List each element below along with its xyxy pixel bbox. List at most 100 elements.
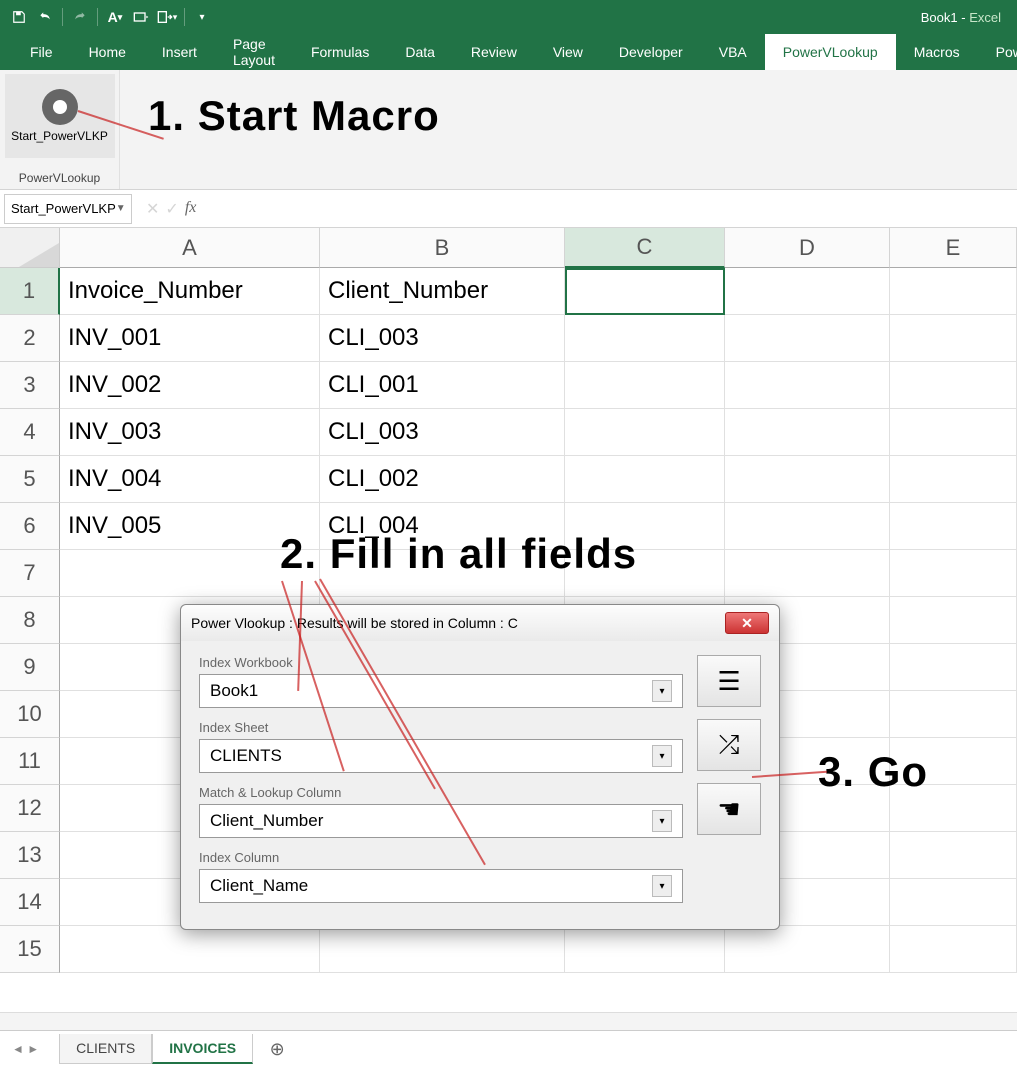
cell-D6[interactable] (725, 503, 890, 550)
ribbon-tab-file[interactable]: File (12, 34, 71, 70)
dialog-go-button[interactable]: ⤮ (697, 719, 761, 771)
cell-E9[interactable] (890, 644, 1017, 691)
row-header[interactable]: 13 (0, 832, 60, 879)
cell-E3[interactable] (890, 362, 1017, 409)
cell-D5[interactable] (725, 456, 890, 503)
cell-B1[interactable]: Client_Number (320, 268, 565, 315)
cell-D3[interactable] (725, 362, 890, 409)
dialog-menu-button[interactable]: ☰ (697, 655, 761, 707)
cell-A3[interactable]: INV_002 (60, 362, 320, 409)
sheet-tab-invoices[interactable]: INVOICES (152, 1034, 253, 1064)
row-header[interactable]: 11 (0, 738, 60, 785)
cell-C4[interactable] (565, 409, 725, 456)
select-index-workbook[interactable]: Book1 ▾ (199, 674, 683, 708)
row-header[interactable]: 10 (0, 691, 60, 738)
chevron-down-icon[interactable]: ▾ (652, 680, 672, 702)
col-header-D[interactable]: D (725, 228, 890, 268)
fx-icon[interactable]: fx (185, 199, 197, 219)
formula-input[interactable] (206, 194, 1017, 224)
row-header[interactable]: 8 (0, 597, 60, 644)
row-header[interactable]: 12 (0, 785, 60, 832)
cell-E4[interactable] (890, 409, 1017, 456)
horizontal-scrollbar-area[interactable] (0, 1012, 1017, 1030)
ribbon-tab-data[interactable]: Data (387, 34, 453, 70)
cell-B15[interactable] (320, 926, 565, 973)
cell-B4[interactable]: CLI_003 (320, 409, 565, 456)
cell-A4[interactable]: INV_003 (60, 409, 320, 456)
font-size-icon[interactable]: A▾ (104, 6, 126, 28)
cell-D2[interactable] (725, 315, 890, 362)
save-icon[interactable] (8, 6, 30, 28)
col-header-B[interactable]: B (320, 228, 565, 268)
ribbon-tab-formulas[interactable]: Formulas (293, 34, 387, 70)
row-header[interactable]: 15 (0, 926, 60, 973)
sheet-tab-clients[interactable]: CLIENTS (59, 1034, 152, 1064)
dialog-close-button[interactable]: ✕ (725, 612, 769, 634)
row-header[interactable]: 14 (0, 879, 60, 926)
cell-D7[interactable] (725, 550, 890, 597)
ribbon-tab-power[interactable]: Power (978, 34, 1017, 70)
cell-E15[interactable] (890, 926, 1017, 973)
cancel-formula-icon[interactable]: ✕ (146, 199, 159, 219)
ribbon-tab-macros[interactable]: Macros (896, 34, 978, 70)
row-header[interactable]: 5 (0, 456, 60, 503)
cell-A15[interactable] (60, 926, 320, 973)
touch-mode-icon[interactable] (130, 6, 152, 28)
export-icon[interactable]: ▾ (156, 6, 178, 28)
cell-A2[interactable]: INV_001 (60, 315, 320, 362)
cell-A5[interactable]: INV_004 (60, 456, 320, 503)
dialog-title-bar[interactable]: Power Vlookup : Results will be stored i… (181, 605, 779, 641)
cell-E1[interactable] (890, 268, 1017, 315)
cell-B5[interactable]: CLI_002 (320, 456, 565, 503)
cell-E8[interactable] (890, 597, 1017, 644)
cell-C5[interactable] (565, 456, 725, 503)
row-header[interactable]: 7 (0, 550, 60, 597)
cell-E13[interactable] (890, 832, 1017, 879)
cell-A1[interactable]: Invoice_Number (60, 268, 320, 315)
col-header-A[interactable]: A (60, 228, 320, 268)
cell-D4[interactable] (725, 409, 890, 456)
dialog-pointer-button[interactable]: ☚ (697, 783, 761, 835)
ribbon-tab-page-layout[interactable]: Page Layout (215, 34, 293, 70)
cell-E14[interactable] (890, 879, 1017, 926)
cell-E6[interactable] (890, 503, 1017, 550)
cell-E10[interactable] (890, 691, 1017, 738)
undo-icon[interactable] (34, 6, 56, 28)
cell-C2[interactable] (565, 315, 725, 362)
chevron-down-icon[interactable]: ▾ (652, 745, 672, 767)
row-header[interactable]: 3 (0, 362, 60, 409)
cell-D15[interactable] (725, 926, 890, 973)
chevron-down-icon[interactable]: ▾ (652, 875, 672, 897)
select-all-triangle[interactable] (0, 228, 60, 268)
col-header-C[interactable]: C (565, 228, 725, 268)
cell-C3[interactable] (565, 362, 725, 409)
cell-E5[interactable] (890, 456, 1017, 503)
name-box[interactable]: Start_PowerVLKP ▼ (4, 194, 132, 224)
row-header[interactable]: 4 (0, 409, 60, 456)
name-box-dropdown-icon[interactable]: ▼ (116, 203, 126, 214)
ribbon-tab-review[interactable]: Review (453, 34, 535, 70)
redo-icon[interactable] (69, 6, 91, 28)
cell-E2[interactable] (890, 315, 1017, 362)
select-index-sheet[interactable]: CLIENTS ▾ (199, 739, 683, 773)
row-header[interactable]: 6 (0, 503, 60, 550)
ribbon-tab-insert[interactable]: Insert (144, 34, 215, 70)
chevron-down-icon[interactable]: ▾ (652, 810, 672, 832)
new-sheet-button[interactable]: ⊕ (263, 1035, 291, 1063)
select-match-lookup[interactable]: Client_Number ▾ (199, 804, 683, 838)
cell-B2[interactable]: CLI_003 (320, 315, 565, 362)
row-header[interactable]: 9 (0, 644, 60, 691)
ribbon-tab-developer[interactable]: Developer (601, 34, 701, 70)
cell-C1[interactable] (565, 268, 725, 315)
row-header[interactable]: 2 (0, 315, 60, 362)
ribbon-tab-home[interactable]: Home (71, 34, 144, 70)
col-header-E[interactable]: E (890, 228, 1017, 268)
accept-formula-icon[interactable]: ✓ (165, 199, 178, 219)
row-header[interactable]: 1 (0, 268, 60, 315)
cell-C15[interactable] (565, 926, 725, 973)
cell-D1[interactable] (725, 268, 890, 315)
ribbon-tab-view[interactable]: View (535, 34, 601, 70)
ribbon-tab-powervlookup[interactable]: PowerVLookup (765, 34, 896, 70)
sheet-nav[interactable]: ◄ ► (12, 1042, 59, 1056)
select-index-column[interactable]: Client_Name ▾ (199, 869, 683, 903)
